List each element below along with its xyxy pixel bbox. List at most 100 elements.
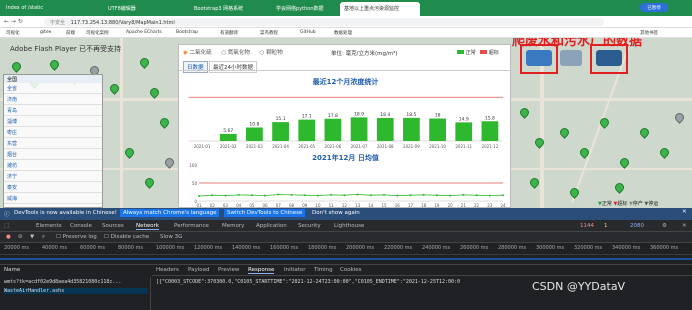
map-marker[interactable] <box>580 148 587 157</box>
sidebar-item[interactable]: 潍坊 <box>4 160 102 171</box>
tab-sources[interactable]: Sources <box>102 223 124 229</box>
clear-icon[interactable]: ⊘ <box>18 234 23 240</box>
tab-index[interactable]: Index of /static <box>2 2 64 16</box>
sidebar-item[interactable]: 济南 <box>4 94 102 105</box>
tab-bootstrap[interactable]: Bootstrap3 网格系统 <box>190 2 260 16</box>
name-column-header[interactable]: Name <box>4 267 20 273</box>
inspect-icon[interactable]: ⬚ <box>4 223 9 229</box>
tab-timing[interactable]: Timing <box>314 267 333 273</box>
tab-cookies[interactable]: Cookies <box>340 267 362 273</box>
map-marker[interactable] <box>140 58 147 67</box>
map-marker[interactable] <box>570 188 577 197</box>
bookmark-8[interactable]: 菜鸟教程 <box>260 30 278 36</box>
map-marker[interactable] <box>50 60 57 69</box>
sidebar-item[interactable]: 泰安 <box>4 182 102 193</box>
error-count[interactable]: 1144 <box>580 223 594 229</box>
map-marker[interactable] <box>615 183 622 192</box>
disable-cache-checkbox[interactable]: ☐ Disable cache <box>104 234 149 240</box>
bookmark-5[interactable]: Apache ECharts <box>126 30 162 35</box>
filter-icon[interactable]: ▼ <box>30 234 34 240</box>
tab-payload[interactable]: Payload <box>188 267 209 273</box>
bookmark-9[interactable]: GitHub <box>300 30 316 35</box>
data-point <box>475 194 478 197</box>
map-marker[interactable] <box>530 178 537 187</box>
tab-daily[interactable]: 日数据 <box>183 61 208 73</box>
tab-initiator[interactable]: Initiator <box>284 267 305 273</box>
map-marker[interactable] <box>165 158 172 167</box>
tab-active-pollution[interactable]: 基地以上重点污染源监控 <box>340 2 420 16</box>
tab-memory[interactable]: Memory <box>222 223 244 229</box>
sidebar-item[interactable]: 济宁 <box>4 171 102 182</box>
bookmark-3[interactable]: 前端 <box>66 30 75 36</box>
tab-last-24h[interactable]: 最近24小时数据 <box>209 61 257 73</box>
map-marker[interactable] <box>110 84 117 93</box>
tab-response[interactable]: Response <box>248 267 275 274</box>
request-row[interactable]: wmts?tk=acdf02e9d8aea4d35821080c118c... <box>4 279 148 285</box>
map-marker[interactable] <box>675 113 682 122</box>
preserve-log-checkbox[interactable]: ☐ Preserve log <box>56 234 97 240</box>
record-icon[interactable]: ● <box>6 234 11 240</box>
close-icon[interactable]: ✕ <box>682 209 687 215</box>
layer-icon[interactable] <box>560 50 582 66</box>
map-marker[interactable] <box>125 148 132 157</box>
filter-pm-radio[interactable]: ○ 颗粒物 <box>260 50 283 56</box>
map-marker[interactable] <box>535 138 542 147</box>
nav-back-icon[interactable]: ← → ↻ <box>4 18 23 25</box>
map-marker[interactable] <box>160 118 167 127</box>
map-marker[interactable] <box>145 178 152 187</box>
map-marker[interactable] <box>560 128 567 137</box>
sidebar-item[interactable]: 枣庄 <box>4 127 102 138</box>
sidebar-item[interactable]: 烟台 <box>4 149 102 160</box>
sidebar-item[interactable]: 威海 <box>4 193 102 204</box>
wastewater-layer-icon[interactable] <box>526 50 552 66</box>
gear-icon[interactable]: ⚙ <box>662 223 667 229</box>
map-marker[interactable] <box>150 88 157 97</box>
tab-network[interactable]: Network <box>136 223 159 230</box>
tab-elements[interactable]: Elements <box>36 223 62 229</box>
search-icon[interactable]: ⌕ <box>42 234 45 241</box>
throttle-select[interactable]: Slow 3G <box>160 234 182 240</box>
tab-utf8[interactable]: UTF8编辑器 <box>104 2 174 16</box>
sewage-plant-layer-icon[interactable] <box>596 50 622 66</box>
issue-count[interactable]: 2080 <box>630 223 644 229</box>
network-timeline[interactable]: 20000 ms 40000 ms 60000 ms 80000 ms 100000 m… <box>0 243 692 265</box>
switch-chinese-button[interactable]: Switch DevTools to Chinese <box>224 209 306 217</box>
bookmark-1[interactable]: 可视化 <box>6 30 20 36</box>
tab-security[interactable]: Security <box>298 223 321 229</box>
bookmark-10[interactable]: 数据处理 <box>334 30 352 36</box>
close-devtools-icon[interactable]: ✕ <box>682 223 687 229</box>
security-label: 不安全 <box>50 20 66 26</box>
filter-nox-radio[interactable]: ○ 氮氧化物 <box>221 50 250 56</box>
tab-python[interactable]: 学会网络python数据 <box>272 2 342 16</box>
tab-performance[interactable]: Performance <box>174 223 209 229</box>
info-icon: ⓘ <box>4 212 10 218</box>
bookmark-6[interactable]: Bootstrap <box>176 30 198 35</box>
sidebar-item[interactable]: 全省 <box>4 83 102 94</box>
url-field[interactable]: 不安全 117.73.254.13:880/Vary8/MapMain1.htm… <box>44 18 604 26</box>
map-marker[interactable] <box>660 148 667 157</box>
warning-count[interactable]: 1 <box>604 223 608 229</box>
filter-so2-radio[interactable]: ◉ 二氧化硫 <box>183 50 212 56</box>
paused-badge[interactable]: 已暂停 <box>640 3 668 12</box>
tab-application[interactable]: Application <box>256 223 287 229</box>
match-language-button[interactable]: Always match Chrome's language <box>120 209 220 217</box>
map-marker[interactable] <box>12 62 19 71</box>
sidebar-item[interactable]: 东营 <box>4 138 102 149</box>
bookmark-2[interactable]: gitee <box>40 30 51 35</box>
sidebar-header[interactable]: 全国 <box>4 75 102 83</box>
bookmark-7[interactable]: 有道翻译 <box>220 30 238 36</box>
sidebar-item[interactable]: 淄博 <box>4 116 102 127</box>
map-marker[interactable] <box>520 108 527 117</box>
dont-show-button[interactable]: Don't show again <box>312 210 360 216</box>
tab-console[interactable]: Console <box>70 223 92 229</box>
map-marker[interactable] <box>600 118 607 127</box>
tab-headers[interactable]: Headers <box>156 267 179 273</box>
request-row-selected[interactable]: WasteAirHandler.ashx <box>4 288 148 294</box>
map-marker[interactable] <box>640 128 647 137</box>
map-marker[interactable] <box>620 158 627 167</box>
tab-lighthouse[interactable]: Lighthouse <box>334 223 364 229</box>
bookmark-4[interactable]: 可视化案例 <box>86 30 109 36</box>
sidebar-item[interactable]: 青岛 <box>4 105 102 116</box>
bookmark-other[interactable]: 其他书签 <box>640 30 658 36</box>
tab-preview[interactable]: Preview <box>218 267 239 273</box>
